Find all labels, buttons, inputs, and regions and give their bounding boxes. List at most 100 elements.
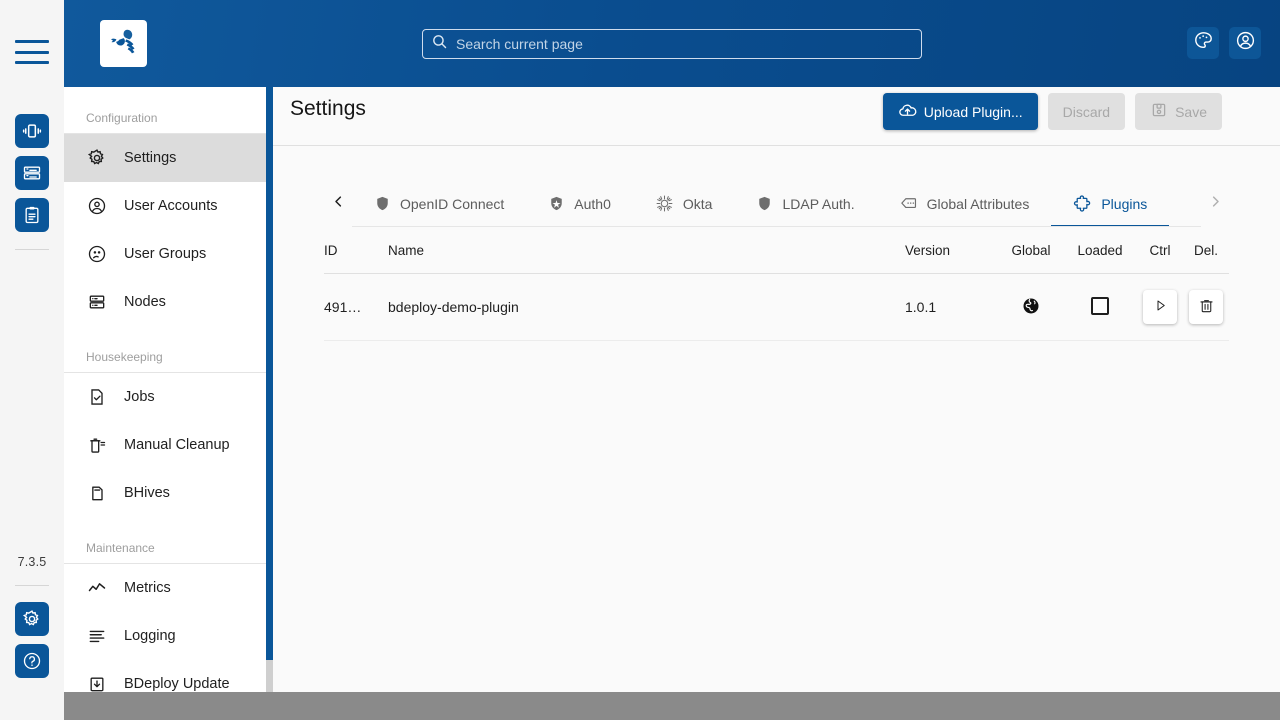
user-group-icon	[86, 244, 108, 264]
tabs-scroll-left-button[interactable]	[324, 180, 352, 227]
hamburger-menu-icon[interactable]	[15, 40, 49, 64]
table-header: ID Name Version Global Loaded Ctrl Del.	[324, 227, 1229, 274]
question-circle-icon	[22, 651, 42, 671]
comment-dots-icon	[899, 194, 918, 213]
user-account-button[interactable]	[1229, 27, 1261, 59]
main-panel: Settings Upload Plugin... Discard Save O…	[273, 73, 1280, 692]
discard-label: Discard	[1062, 103, 1111, 120]
sidebar-scrollbar-thumb[interactable]	[266, 80, 273, 660]
palette-icon	[1193, 30, 1214, 56]
sidebar-item-label: BHives	[124, 485, 170, 501]
tabs-list: OpenID Connect Auth0 Okta LDAP Auth. Glo…	[352, 180, 1201, 227]
tab-label: Plugins	[1101, 195, 1148, 212]
load-plugin-button[interactable]	[1143, 290, 1177, 324]
log-lines-icon	[86, 626, 108, 646]
sidebar-item-settings[interactable]: Settings	[64, 134, 267, 182]
sidebar-item-user-groups[interactable]: User Groups	[64, 230, 267, 278]
hamburger-line	[15, 40, 49, 43]
rail-button-help[interactable]	[15, 644, 49, 678]
sidebar-item-label: Manual Cleanup	[124, 437, 230, 453]
rail-primary-group	[15, 114, 49, 250]
sidebar-item-jobs[interactable]: Jobs	[64, 373, 267, 421]
rail-button-reports[interactable]	[15, 198, 49, 232]
page-header-actions: Upload Plugin... Discard Save	[882, 93, 1222, 130]
column-header-id[interactable]: ID	[324, 227, 388, 274]
sidebar-item-metrics[interactable]: Metrics	[64, 564, 267, 612]
cell-ctrl	[1137, 273, 1183, 341]
settings-tab-bar: OpenID Connect Auth0 Okta LDAP Auth. Glo…	[324, 180, 1229, 227]
sidebar-item-manual-cleanup[interactable]: Manual Cleanup	[64, 421, 267, 469]
tab-ldap-auth[interactable]: LDAP Auth.	[734, 180, 876, 227]
search-box[interactable]	[422, 29, 922, 59]
cleanup-icon	[86, 435, 108, 455]
rail-button-instance-groups[interactable]	[15, 114, 49, 148]
icon-rail: 7.3.5	[0, 0, 64, 692]
tab-okta[interactable]: Okta	[633, 180, 735, 227]
auth0-shield-icon	[548, 195, 565, 212]
column-header-name[interactable]: Name	[388, 227, 905, 274]
chevron-left-icon	[331, 194, 346, 214]
chevron-right-icon	[1208, 194, 1223, 214]
table-header-row: ID Name Version Global Loaded Ctrl Del.	[324, 227, 1229, 274]
theme-toggle-button[interactable]	[1187, 27, 1219, 59]
cell-global	[999, 273, 1063, 341]
sidebar-item-bdeploy-update[interactable]: BDeploy Update	[64, 660, 267, 692]
rail-button-system-software[interactable]	[15, 156, 49, 190]
hamburger-line	[15, 50, 49, 54]
user-circle-icon	[86, 196, 108, 216]
sidebar-item-label: Logging	[124, 628, 176, 644]
sidebar-item-label: User Groups	[124, 246, 207, 262]
sidebar-item-user-accounts[interactable]: User Accounts	[64, 182, 267, 230]
loaded-checkbox[interactable]	[1091, 296, 1109, 315]
rail-bottom-extension	[0, 692, 64, 720]
save-disk-icon	[1150, 101, 1168, 122]
search-input[interactable]	[456, 36, 913, 52]
top-bar-actions	[1187, 27, 1261, 59]
trash-icon	[1198, 297, 1215, 317]
delete-plugin-button[interactable]	[1189, 290, 1223, 324]
play-icon	[1153, 298, 1168, 316]
save-button[interactable]: Save	[1135, 93, 1222, 130]
sidebar-item-bhives[interactable]: BHives	[64, 469, 267, 517]
server-rack-icon	[86, 292, 108, 312]
shield-icon	[374, 195, 391, 212]
rail-button-admin-settings[interactable]	[15, 602, 49, 636]
document-check-icon	[86, 387, 108, 407]
column-header-global[interactable]: Global	[999, 227, 1063, 274]
tab-label: OpenID Connect	[400, 195, 505, 212]
line-chart-icon	[86, 578, 108, 598]
sidebar-item-nodes[interactable]: Nodes	[64, 278, 267, 326]
top-bar	[64, 0, 1280, 87]
column-header-ctrl[interactable]: Ctrl	[1137, 227, 1183, 274]
cell-del	[1183, 273, 1229, 341]
gear-icon	[22, 609, 42, 629]
settings-sidebar: Configuration Settings User Accounts Use…	[64, 87, 267, 692]
outside-window-area	[0, 692, 1280, 720]
tab-openid-connect[interactable]: OpenID Connect	[352, 180, 526, 227]
column-header-del[interactable]: Del.	[1183, 227, 1229, 274]
rail-bottom-group: 7.3.5	[0, 555, 64, 678]
column-header-version[interactable]: Version	[905, 227, 999, 274]
sidebar-item-logging[interactable]: Logging	[64, 612, 267, 660]
plugins-table-container: ID Name Version Global Loaded Ctrl Del. …	[324, 227, 1229, 341]
tab-label: Okta	[682, 195, 713, 212]
sidebar-item-label: User Accounts	[124, 198, 218, 214]
discard-button[interactable]: Discard	[1047, 93, 1126, 130]
rail-divider-bottom	[15, 585, 49, 586]
bee-logo-icon	[106, 23, 142, 64]
tab-label: Global Attributes	[926, 195, 1030, 212]
tab-label: LDAP Auth.	[782, 195, 855, 212]
globe-icon	[1021, 298, 1041, 319]
tab-plugins[interactable]: Plugins	[1051, 180, 1170, 227]
tab-auth0[interactable]: Auth0	[526, 180, 633, 227]
column-header-loaded[interactable]: Loaded	[1063, 227, 1137, 274]
table-row[interactable]: 491… bdeploy-demo-plugin 1.0.1	[324, 273, 1229, 341]
tab-global-attributes[interactable]: Global Attributes	[877, 180, 1052, 227]
app-version-label: 7.3.5	[17, 555, 47, 569]
upload-plugin-button[interactable]: Upload Plugin...	[882, 93, 1038, 130]
tabs-scroll-right-button[interactable]	[1201, 180, 1229, 227]
sidebar-scrollbar[interactable]	[266, 80, 273, 692]
sidebar-item-label: Nodes	[124, 294, 166, 310]
sidebar-group-label-maintenance: Maintenance	[86, 541, 155, 555]
tab-label: Auth0	[574, 195, 611, 212]
